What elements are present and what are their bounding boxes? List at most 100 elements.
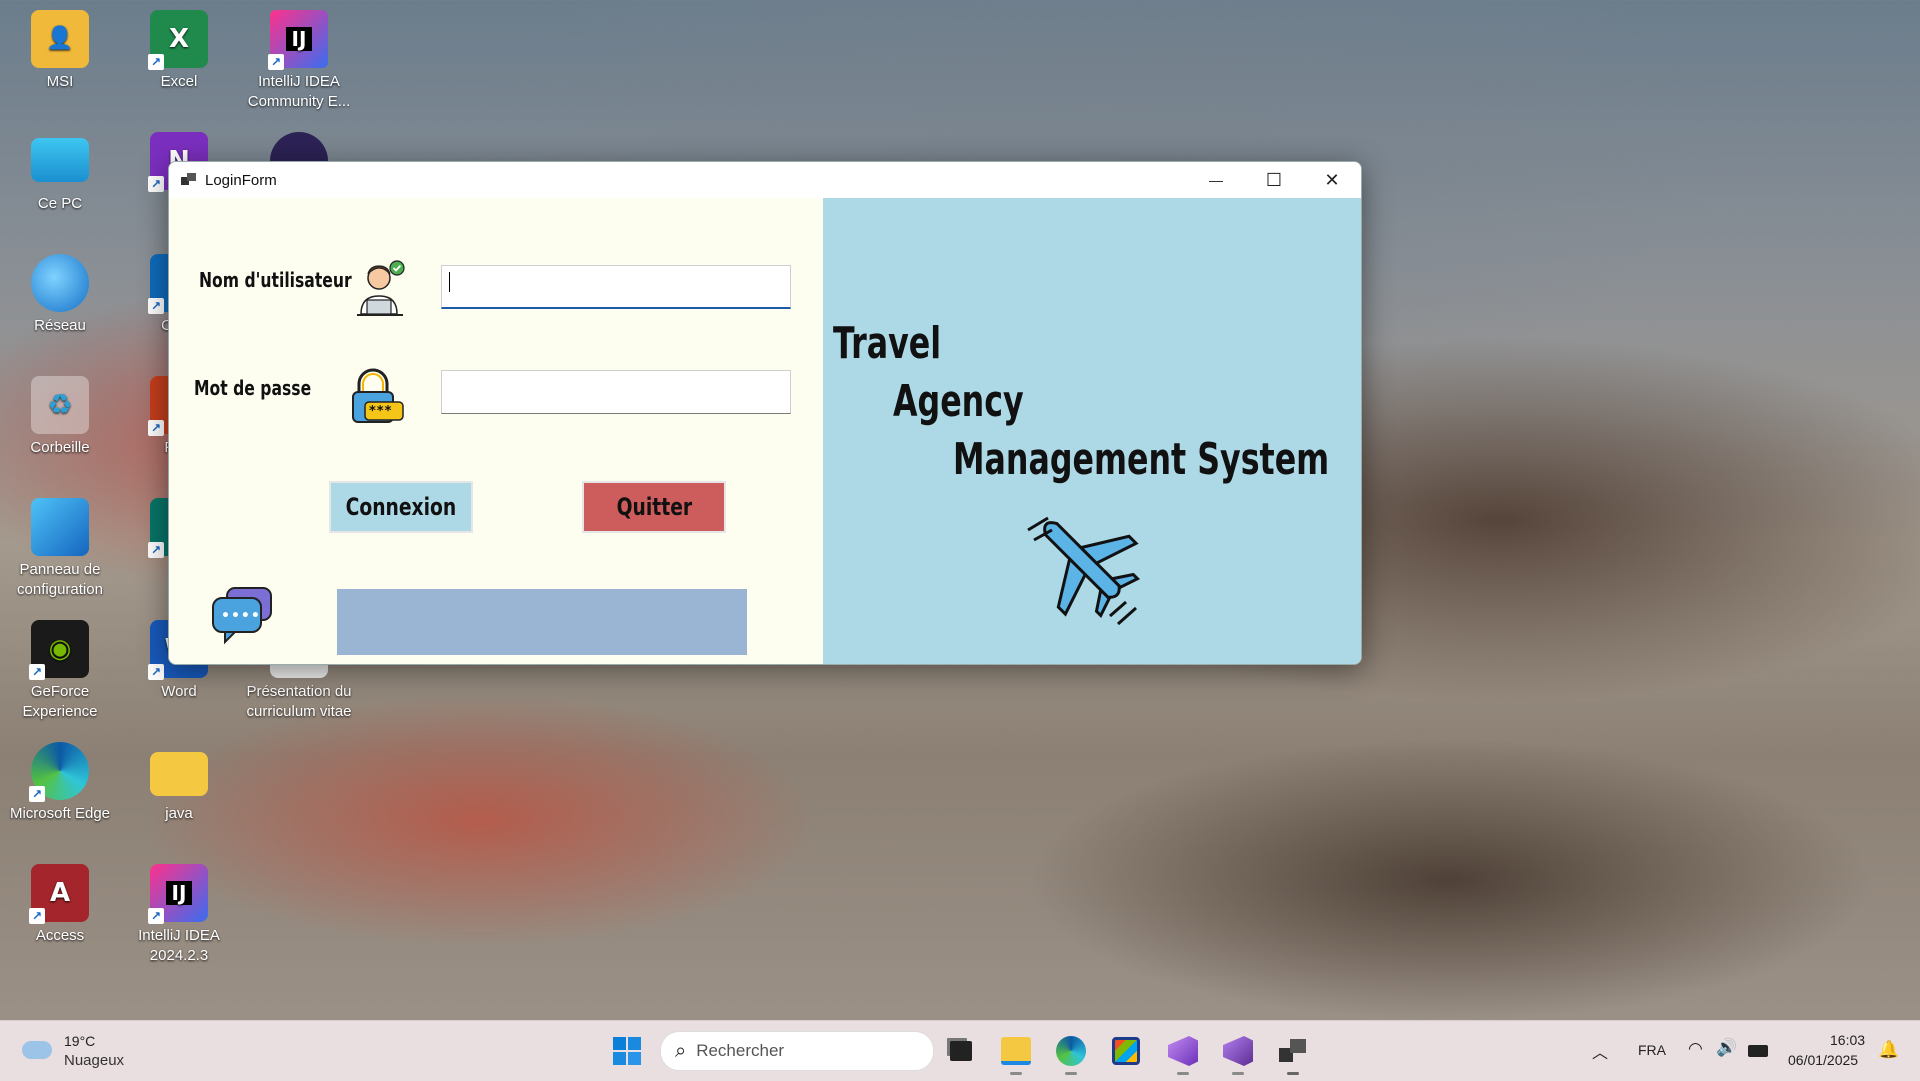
desktop-icon-label: IntelliJ IDEA Community E... bbox=[247, 73, 351, 110]
computer-icon bbox=[31, 138, 89, 182]
folder-user-icon: 👤 bbox=[31, 10, 89, 68]
wifi-icon[interactable]: ◠ bbox=[1688, 1039, 1703, 1059]
desktop-icon-label: Présentation du curriculum vitae bbox=[246, 683, 352, 720]
desktop-icon-panneau-configuration[interactable]: Panneau de configuration bbox=[5, 498, 115, 600]
title-bar[interactable]: LoginForm — ☐ ✕ bbox=[169, 162, 1361, 198]
login-button-label: Connexion bbox=[345, 493, 457, 521]
taskbar-loginform-app[interactable] bbox=[1275, 1033, 1311, 1075]
close-button[interactable]: ✕ bbox=[1303, 162, 1361, 198]
form-app-icon bbox=[1279, 1039, 1307, 1063]
desktop-icon-label: Corbeille bbox=[30, 439, 90, 456]
desktop-icon-label: Ce PC bbox=[37, 195, 83, 212]
weather-desc: Nuageux bbox=[64, 1052, 125, 1069]
battery-icon[interactable] bbox=[1748, 1045, 1768, 1057]
minimize-icon: — bbox=[1209, 172, 1223, 188]
form-app-icon bbox=[181, 173, 197, 187]
taskbar-visual-studio[interactable] bbox=[1220, 1033, 1256, 1075]
brand-line-travel: Travel bbox=[833, 318, 942, 369]
desktop-icon-label: Réseau bbox=[34, 317, 86, 334]
store-icon bbox=[1112, 1037, 1140, 1065]
password-input[interactable] bbox=[441, 370, 791, 414]
airplane-icon bbox=[1018, 496, 1158, 636]
desktop-icon-msi[interactable]: 👤 MSI bbox=[5, 10, 115, 92]
taskbar: 19°C Nuageux ⌕ Rechercher ︿ FRA ◠ 🔊 16:0… bbox=[0, 1020, 1920, 1081]
desktop-icon-label: Access bbox=[35, 927, 85, 944]
username-input[interactable] bbox=[441, 265, 791, 309]
excel-icon: X ↗ bbox=[148, 10, 208, 70]
network-globe-icon bbox=[31, 254, 89, 312]
weather-temp: 19°C bbox=[64, 1033, 96, 1049]
desktop-icon-label: GeForce Experience bbox=[22, 683, 98, 720]
desktop-icon-access[interactable]: A ↗ Access bbox=[5, 864, 115, 946]
desktop-icon-intellij-community[interactable]: IJ ↗ IntelliJ IDEA Community E... bbox=[244, 10, 354, 112]
taskbar-edge[interactable] bbox=[1053, 1033, 1089, 1075]
clock-time[interactable]: 16:03 bbox=[1830, 1032, 1865, 1048]
desktop-icon-label: Panneau de configuration bbox=[17, 561, 103, 598]
windows-logo-icon bbox=[613, 1037, 641, 1065]
chat-bubbles-icon: •••• bbox=[209, 582, 275, 648]
clock-date[interactable]: 06/01/2025 bbox=[1788, 1052, 1858, 1068]
visual-studio-icon bbox=[1223, 1036, 1253, 1066]
minimize-button[interactable]: — bbox=[1187, 162, 1245, 198]
language-indicator[interactable]: FRA bbox=[1638, 1042, 1666, 1058]
notification-bell-icon[interactable]: 🔔 bbox=[1878, 1040, 1899, 1060]
desktop-icon-reseau[interactable]: Réseau bbox=[5, 254, 115, 336]
recycle-bin-icon: ♻ bbox=[31, 376, 89, 434]
search-icon: ⌕ bbox=[675, 1039, 687, 1062]
desktop-icon-corbeille[interactable]: ♻ Corbeille bbox=[5, 376, 115, 458]
chat-icon-dots: •••• bbox=[221, 608, 261, 624]
desktop-icon-excel[interactable]: X ↗ Excel bbox=[124, 10, 234, 92]
visual-studio-installer-icon bbox=[1168, 1036, 1198, 1066]
quit-button-label: Quitter bbox=[616, 493, 692, 521]
desktop-icon-edge[interactable]: ↗ Microsoft Edge bbox=[5, 742, 115, 824]
edge-icon: ↗ bbox=[29, 742, 89, 802]
desktop-icon-label: Word bbox=[161, 683, 197, 700]
desktop-icon-label: Microsoft Edge bbox=[9, 805, 111, 822]
start-button[interactable] bbox=[609, 1033, 645, 1069]
tray-overflow-chevron-icon[interactable]: ︿ bbox=[1592, 1039, 1608, 1063]
desktop-icon-ce-pc[interactable]: Ce PC bbox=[5, 132, 115, 214]
desktop-icon-label: MSI bbox=[46, 73, 74, 90]
login-panel: Nom d'utilisateur Mot de passe *** Conne… bbox=[169, 198, 823, 664]
taskbar-file-explorer[interactable] bbox=[998, 1033, 1034, 1075]
window-client-area: Nom d'utilisateur Mot de passe *** Conne… bbox=[169, 198, 1361, 664]
edge-icon bbox=[1056, 1036, 1086, 1066]
login-button[interactable]: Connexion bbox=[329, 481, 473, 533]
access-icon: A ↗ bbox=[29, 864, 89, 924]
taskbar-store[interactable] bbox=[1108, 1033, 1144, 1069]
brand-line-agency: Agency bbox=[893, 376, 1024, 427]
control-panel-icon bbox=[31, 498, 89, 556]
close-icon: ✕ bbox=[1324, 169, 1340, 190]
text-caret bbox=[449, 272, 450, 292]
cloud-icon bbox=[22, 1041, 52, 1059]
desktop-icon-label: IntelliJ IDEA 2024.2.3 bbox=[138, 927, 220, 964]
branding-panel: Travel Agency Management System bbox=[823, 198, 1361, 664]
folder-icon bbox=[1001, 1037, 1031, 1065]
brand-line-management-system: Management System bbox=[953, 434, 1330, 485]
password-label: Mot de passe bbox=[194, 376, 312, 400]
volume-icon[interactable]: 🔊 bbox=[1716, 1038, 1737, 1058]
taskbar-visual-studio-installer[interactable] bbox=[1165, 1033, 1201, 1075]
password-icon-stars: *** bbox=[369, 404, 393, 419]
taskbar-search[interactable]: ⌕ Rechercher bbox=[660, 1031, 934, 1071]
desktop-icon-java[interactable]: java bbox=[124, 742, 234, 824]
desktop-icon-geforce[interactable]: ◉ ↗ GeForce Experience bbox=[5, 620, 115, 722]
status-message-box bbox=[337, 589, 747, 655]
task-view-button[interactable] bbox=[943, 1033, 979, 1069]
maximize-button[interactable]: ☐ bbox=[1245, 162, 1303, 198]
intellij-icon: IJ ↗ bbox=[148, 864, 208, 924]
search-placeholder: Rechercher bbox=[696, 1041, 785, 1060]
lock-icon: *** bbox=[343, 364, 407, 428]
folder-icon bbox=[150, 752, 208, 796]
user-avatar-icon bbox=[349, 258, 413, 322]
weather-widget[interactable]: 19°C Nuageux bbox=[22, 1031, 142, 1071]
login-window: LoginForm — ☐ ✕ Nom d'utilisateur Mot de… bbox=[168, 161, 1362, 665]
desktop-icon-intellij[interactable]: IJ ↗ IntelliJ IDEA 2024.2.3 bbox=[124, 864, 234, 966]
username-label: Nom d'utilisateur bbox=[199, 268, 352, 292]
maximize-icon: ☐ bbox=[1265, 169, 1283, 190]
desktop-icon-label: java bbox=[165, 805, 193, 822]
desktop-icon-label: Excel bbox=[160, 73, 198, 90]
nvidia-icon: ◉ ↗ bbox=[29, 620, 89, 680]
quit-button[interactable]: Quitter bbox=[582, 481, 726, 533]
intellij-icon: IJ ↗ bbox=[268, 10, 328, 70]
